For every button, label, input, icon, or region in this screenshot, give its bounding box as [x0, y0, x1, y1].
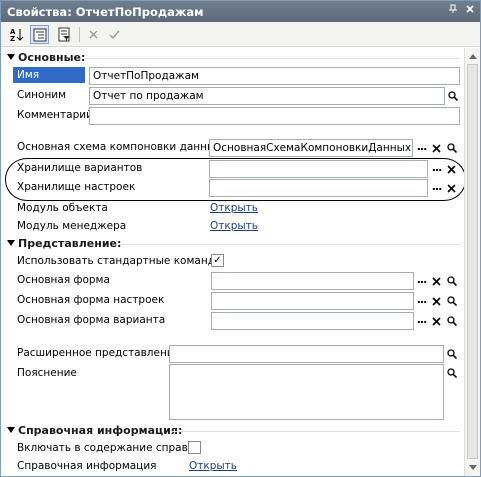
manager-module-open-link[interactable]: Открыть	[210, 220, 258, 232]
variants-storage-label: Хранилище вариантов	[17, 162, 143, 174]
clear-icon[interactable]	[429, 312, 444, 330]
variants-storage-field[interactable]	[209, 160, 428, 178]
name-label: Имя	[13, 67, 85, 83]
main-settings-form-label: Основная форма настроек	[17, 294, 165, 306]
section-main-header[interactable]: Основные:	[7, 51, 85, 64]
settings-storage-label: Хранилище настроек	[17, 181, 136, 193]
synonym-field[interactable]: Отчет по продажам	[89, 87, 445, 105]
svg-text:Z: Z	[10, 35, 15, 42]
window-title: Свойства: ОтчетПоПродажам	[7, 5, 204, 19]
properties-panel: Основные: Имя ОтчетПоПродажам Синоним От…	[1, 48, 464, 476]
scroll-up-icon[interactable]	[469, 54, 477, 59]
clear-icon[interactable]	[444, 160, 459, 178]
search-icon[interactable]	[444, 364, 459, 382]
search-icon[interactable]	[445, 87, 460, 105]
object-module-open-link[interactable]: Открыть	[210, 202, 258, 214]
x-icon[interactable]	[84, 25, 103, 44]
section-divider	[171, 431, 460, 432]
variants-storage-select-button[interactable]: ...	[429, 160, 444, 178]
check-icon[interactable]	[105, 25, 124, 44]
main-form-select-button[interactable]: ...	[414, 272, 429, 290]
schema-select-button[interactable]: ...	[414, 139, 429, 157]
filter-icon[interactable]	[54, 25, 73, 44]
section-divider	[85, 58, 460, 59]
std-commands-label: Использовать стандартные команды	[17, 255, 224, 267]
clear-icon[interactable]	[429, 272, 444, 290]
search-icon[interactable]	[444, 139, 459, 157]
search-icon[interactable]	[444, 312, 459, 330]
extended-presentation-field[interactable]	[169, 345, 444, 363]
pin-icon[interactable]	[446, 4, 460, 18]
extended-presentation-label: Расширенное представление	[17, 347, 181, 359]
scroll-down-icon[interactable]	[469, 465, 477, 470]
main-variant-form-label: Основная форма варианта	[17, 314, 166, 326]
std-commands-checkbox[interactable]: ✓	[211, 254, 224, 267]
clear-icon[interactable]	[444, 179, 459, 197]
explanation-textarea[interactable]	[169, 364, 444, 420]
name-field[interactable]: ОтчетПоПродажам	[89, 67, 460, 85]
section-presentation-title: Представление:	[18, 237, 122, 250]
vertical-scrollbar[interactable]	[464, 48, 480, 476]
clear-icon[interactable]	[429, 139, 444, 157]
help-info-open-link[interactable]: Открыть	[189, 460, 237, 472]
title-bar: Свойства: ОтчетПоПродажам	[1, 1, 480, 22]
main-variant-form-field[interactable]	[211, 312, 414, 330]
scroll-thumb[interactable]	[467, 64, 478, 459]
main-settings-form-field[interactable]	[211, 292, 414, 310]
synonym-label: Синоним	[17, 89, 67, 101]
properties-window: Свойства: ОтчетПоПродажам AZ Основные: И…	[0, 0, 481, 477]
section-presentation-header[interactable]: Представление:	[7, 237, 121, 250]
clear-icon[interactable]	[429, 292, 444, 310]
schema-field[interactable]: ОсновнаяСхемаКомпоновкиДанных	[209, 139, 413, 157]
main-variant-form-select-button[interactable]: ...	[414, 312, 429, 330]
manager-module-label: Модуль менеджера	[17, 220, 127, 232]
main-settings-form-select-button[interactable]: ...	[414, 292, 429, 310]
section-help-header[interactable]: Справочная информация:	[7, 424, 182, 437]
settings-storage-field[interactable]	[209, 179, 428, 197]
close-icon[interactable]	[463, 4, 477, 18]
toolbar: AZ	[1, 22, 480, 47]
main-form-field[interactable]	[211, 272, 414, 290]
explanation-label: Пояснение	[17, 367, 77, 379]
comment-field[interactable]	[89, 107, 460, 125]
section-help-title: Справочная информация:	[18, 424, 183, 437]
sort-alpha-icon[interactable]: AZ	[7, 25, 26, 44]
object-module-label: Модуль объекта	[17, 202, 108, 214]
help-info-label: Справочная информация	[17, 460, 157, 472]
section-main-title: Основные:	[18, 51, 86, 64]
section-divider	[119, 244, 460, 245]
search-icon[interactable]	[444, 272, 459, 290]
main-form-label: Основная форма	[17, 274, 110, 286]
settings-storage-select-button[interactable]: ...	[429, 179, 444, 197]
toolbar-separator	[79, 27, 80, 42]
schema-label: Основная схема компоновки данных	[17, 141, 222, 153]
include-help-label: Включать в содержание справки	[17, 442, 201, 454]
comment-label: Комментарий	[17, 109, 93, 121]
search-icon[interactable]	[444, 292, 459, 310]
categories-icon[interactable]	[30, 25, 49, 44]
include-help-checkbox[interactable]	[188, 441, 201, 454]
search-icon[interactable]	[444, 345, 459, 363]
